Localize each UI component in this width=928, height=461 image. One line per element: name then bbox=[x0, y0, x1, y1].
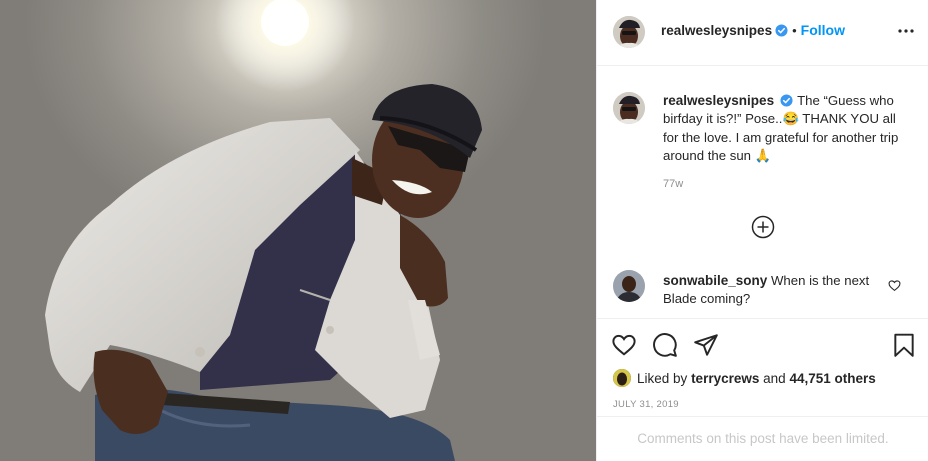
caption-verified-badge-icon bbox=[780, 94, 793, 107]
comment-text-block: sonwabile_sony When is the next Blade co… bbox=[663, 272, 883, 309]
caption-author-avatar[interactable] bbox=[613, 92, 645, 124]
author-avatar[interactable] bbox=[613, 16, 645, 48]
commenter-avatar[interactable] bbox=[613, 270, 645, 302]
post-side-panel: realwesleysnipes • Follow realwesleysnip… bbox=[596, 0, 928, 461]
header-user-line: realwesleysnipes • Follow bbox=[661, 22, 845, 38]
plus-circle-icon[interactable] bbox=[751, 215, 775, 239]
paper-plane-icon[interactable] bbox=[693, 332, 719, 358]
verified-badge-icon bbox=[775, 23, 788, 37]
more-options-icon[interactable] bbox=[897, 22, 915, 40]
comment-bubble-icon[interactable] bbox=[652, 332, 678, 358]
post-actions: Liked by terrycrews and 44,751 others JU… bbox=[597, 318, 928, 416]
comments-limited-notice: Comments on this post have been limited. bbox=[597, 416, 928, 461]
comment-heart-icon[interactable] bbox=[888, 279, 901, 292]
likes-summary: Liked by terrycrews and 44,751 others bbox=[613, 368, 876, 388]
liker-username[interactable]: terrycrews bbox=[691, 371, 759, 386]
post-photo[interactable] bbox=[0, 0, 596, 461]
post-date[interactable]: JULY 31, 2019 bbox=[613, 399, 679, 410]
header-separator: • bbox=[792, 22, 797, 38]
likes-conjunction: and bbox=[763, 370, 786, 386]
caption-time-ago[interactable]: 77w bbox=[663, 178, 683, 190]
likes-count[interactable]: 44,751 others bbox=[789, 371, 875, 386]
caption-text-block: realwesleysnipes The “Guess who birfday i… bbox=[663, 92, 899, 165]
follow-button[interactable]: Follow bbox=[801, 22, 845, 38]
post-header: realwesleysnipes • Follow bbox=[597, 0, 928, 66]
post-photo-illustration bbox=[45, 0, 482, 461]
bookmark-icon[interactable] bbox=[891, 332, 917, 358]
liker-avatar[interactable] bbox=[613, 369, 631, 387]
author-username[interactable]: realwesleysnipes bbox=[661, 23, 772, 38]
caption-username[interactable]: realwesleysnipes bbox=[663, 93, 774, 108]
commenter-username[interactable]: sonwabile_sony bbox=[663, 273, 767, 288]
like-heart-icon[interactable] bbox=[611, 332, 637, 358]
likes-prefix: Liked by bbox=[637, 370, 688, 386]
